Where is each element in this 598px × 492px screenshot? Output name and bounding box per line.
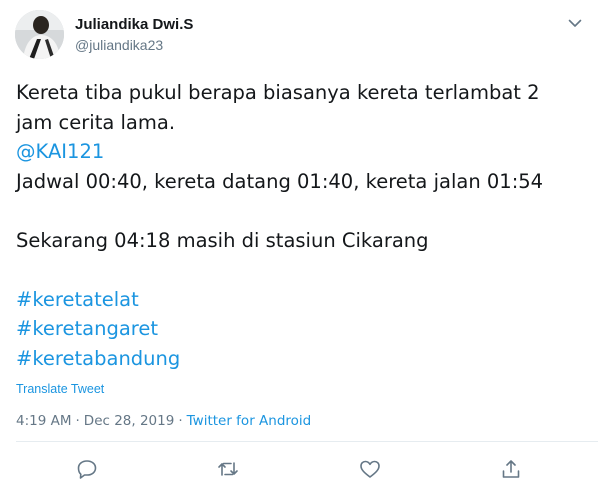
action-bar [0,456,598,482]
chevron-down-icon[interactable] [566,14,584,32]
hashtag-link[interactable]: #keretabandung [16,344,586,374]
tweet-text-line: Jadwal 00:40, kereta datang 01:40, keret… [16,169,544,193]
tweet-text-line: jam cerita lama. [16,110,176,134]
tweet-time[interactable]: 4:19 AM [16,413,72,429]
mention-link[interactable]: @KAI121 [16,137,586,167]
tweet-card: Juliandika Dwi.S @juliandika23 Kereta ti… [0,0,598,492]
meta-separator: · [178,413,183,429]
avatar[interactable] [15,10,64,59]
author-display-name[interactable]: Juliandika Dwi.S [75,16,193,33]
heart-icon[interactable] [357,456,383,482]
tweet-text-line: Kereta tiba pukul berapa biasanya kereta… [16,81,540,104]
retweet-icon[interactable] [215,456,241,482]
share-icon[interactable] [498,456,524,482]
hashtag-link[interactable]: #keretatelat [16,285,586,315]
divider [16,441,598,442]
tweet-text-line: Sekarang 04:18 masih di stasiun Cikarang [16,228,429,252]
author-handle[interactable]: @juliandika23 [75,37,163,53]
hashtag-link[interactable]: #keretangaret [16,314,586,344]
translate-tweet-link[interactable]: Translate Tweet [16,382,104,396]
tweet-text: Kereta tiba pukul berapa biasanya kereta… [16,78,586,373]
tweet-source-link[interactable]: Twitter for Android [187,413,312,429]
meta-separator: · [75,413,80,429]
avatar-image [15,10,64,59]
tweet-meta: 4:19 AM · Dec 28, 2019 · Twitter for Android [16,413,311,429]
reply-icon[interactable] [74,456,100,482]
tweet-date[interactable]: Dec 28, 2019 [84,413,175,429]
